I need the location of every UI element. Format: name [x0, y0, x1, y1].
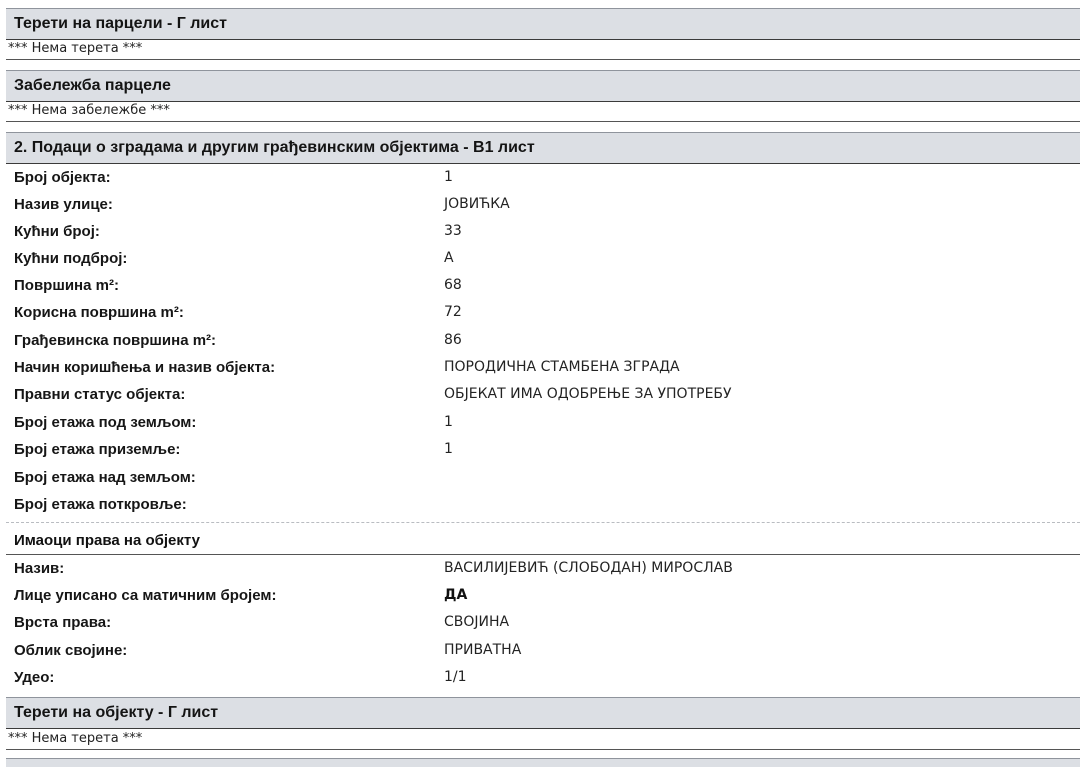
field-row-object-number: Број објекта: 1	[6, 164, 1080, 191]
field-value: 68	[444, 277, 462, 293]
field-label: Кућни подброј:	[14, 250, 128, 267]
field-label: Удео:	[14, 669, 55, 686]
field-row-right-type: Врста права: СВОЈИНА	[6, 609, 1080, 636]
parcel-notes-note: *** Нема забележбе ***	[6, 102, 1080, 122]
field-label: Правни статус објекта:	[14, 386, 186, 403]
section-header-parcel-burdens: Терети на парцели - Г лист	[6, 8, 1080, 40]
field-value: 1	[444, 169, 453, 185]
field-label: Облик својине:	[14, 642, 128, 659]
field-value: 72	[444, 304, 462, 320]
field-label: Назив:	[14, 560, 65, 577]
field-label: Број етажа приземље:	[14, 441, 181, 458]
field-value: 1	[444, 441, 453, 457]
field-value: ОБЈЕКАТ ИМА ОДОБРЕЊЕ ЗА УПОТРЕБУ	[444, 386, 732, 402]
field-row-floors-attic: Број етажа поткровље:	[6, 491, 1080, 518]
field-label: Начин коришћења и назив објекта:	[14, 359, 276, 376]
field-row-area: Површина m²: 68	[6, 272, 1080, 299]
field-label: Површина m²:	[14, 277, 119, 294]
field-label: Врста права:	[14, 614, 112, 631]
field-label: Број етажа над земљом:	[14, 469, 196, 486]
field-value: А	[444, 250, 454, 266]
field-value: 1/1	[444, 669, 467, 685]
field-row-construction-area: Грађевинска површина m²: 86	[6, 327, 1080, 354]
field-value: ПОРОДИЧНА СТАМБЕНА ЗГРАДА	[444, 359, 680, 375]
field-value: 1	[444, 414, 453, 430]
field-value: ПРИВАТНА	[444, 642, 522, 658]
section-header-object-burdens: Терети на објекту - Г лист	[6, 697, 1080, 729]
field-value: ДА	[444, 587, 468, 603]
field-row-floors-above: Број етажа над земљом:	[6, 464, 1080, 491]
field-label: Корисна површина m²:	[14, 304, 184, 321]
field-row-registered-id: Лице уписано са матичним бројем: ДА	[6, 582, 1080, 609]
field-label: Грађевинска површина m²:	[14, 332, 217, 349]
field-value: 33	[444, 223, 462, 239]
field-row-owner-name: Назив: ВАСИЛИЈЕВИЋ (СЛОБОДАН) МИРОСЛАВ	[6, 555, 1080, 582]
field-row-floors-ground: Број етажа приземље: 1	[6, 436, 1080, 463]
field-row-street-name: Назив улице: ЈОВИЋКА	[6, 191, 1080, 218]
field-value: ВАСИЛИЈЕВИЋ (СЛОБОДАН) МИРОСЛАВ	[444, 560, 733, 576]
parcel-burdens-note: *** Нема терета ***	[6, 40, 1080, 60]
section-header-parcel-notes: Забележба парцеле	[6, 70, 1080, 102]
object-burdens-note: *** Нема терета ***	[6, 730, 1080, 750]
field-value: СВОЈИНА	[444, 614, 510, 630]
field-row-ownership-form: Облик својине: ПРИВАТНА	[6, 637, 1080, 664]
cadastre-record-page: Терети на парцели - Г лист *** Нема тере…	[0, 0, 1080, 767]
section-divider	[6, 522, 1080, 523]
field-label: Кућни број:	[14, 223, 100, 240]
owners-subheader: Имаоци права на објекту	[6, 527, 1080, 555]
field-row-house-subnumber: Кућни подброј: А	[6, 245, 1080, 272]
field-row-floors-underground: Број етажа под земљом: 1	[6, 409, 1080, 436]
field-label: Број објекта:	[14, 169, 111, 186]
field-label: Назив улице:	[14, 196, 113, 213]
field-label: Број етажа поткровље:	[14, 496, 187, 513]
field-value: 86	[444, 332, 462, 348]
field-row-usage-and-name: Начин коришћења и назив објекта: ПОРОДИЧ…	[6, 354, 1080, 381]
field-row-house-number: Кућни број: 33	[6, 218, 1080, 245]
field-value: ЈОВИЋКА	[444, 196, 510, 212]
section-header-buildings: 2. Подаци о зградама и другим грађевинск…	[6, 132, 1080, 164]
field-label: Број етажа под земљом:	[14, 414, 197, 431]
field-row-usable-area: Корисна површина m²: 72	[6, 299, 1080, 326]
field-label: Лице уписано са матичним бројем:	[14, 587, 277, 604]
field-row-share: Удео: 1/1	[6, 664, 1080, 691]
field-row-legal-status: Правни статус објекта: ОБЈЕКАТ ИМА ОДОБР…	[6, 381, 1080, 408]
